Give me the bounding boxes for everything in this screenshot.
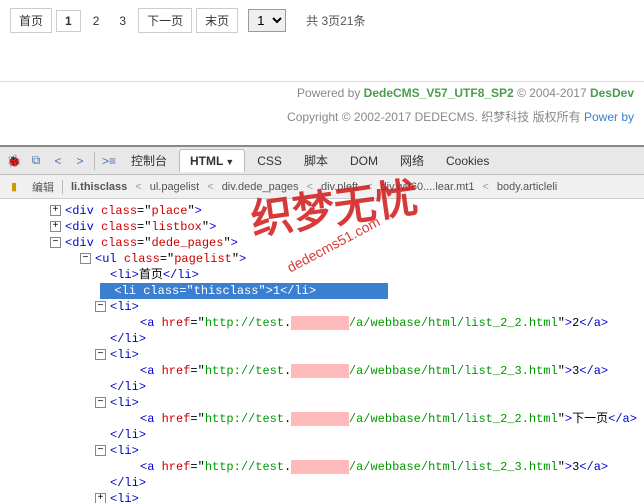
crumb-5[interactable]: body.articleli — [493, 179, 561, 195]
page-select[interactable]: 1 — [248, 9, 286, 32]
tab-html[interactable]: HTML▼ — [179, 149, 245, 172]
crumb-4[interactable]: div.w960....lear.mt1 — [377, 179, 479, 195]
powerby-link[interactable]: Power by — [584, 110, 634, 124]
dom-node[interactable]: −<div class="dede_pages"> — [0, 235, 644, 251]
devtools-toolbar: ▮ 编辑 li.thisclass< ul.pagelist< div.dede… — [0, 175, 644, 199]
collapse-icon[interactable]: − — [95, 301, 106, 312]
crumb-1[interactable]: ul.pagelist — [146, 179, 204, 195]
dom-node[interactable]: <a href="http://test.xxxxxxxx/a/webbase/… — [0, 411, 644, 427]
dom-node[interactable]: </li> — [0, 379, 644, 395]
tab-css[interactable]: CSS — [247, 150, 292, 172]
collapse-icon[interactable]: − — [95, 445, 106, 456]
tab-cookies[interactable]: Cookies — [436, 150, 499, 172]
expand-icon[interactable]: + — [50, 221, 61, 232]
devtools-panel: 🐞 ⧉ < > >≡ 控制台 HTML▼ CSS 脚本 DOM 网络 Cooki… — [0, 145, 644, 503]
collapse-icon[interactable]: − — [50, 237, 61, 248]
crumb-0[interactable]: li.thisclass — [67, 179, 131, 195]
dom-node[interactable]: −<ul class="pagelist"> — [0, 251, 644, 267]
dom-node[interactable]: </li> — [0, 331, 644, 347]
collapse-icon[interactable]: − — [95, 397, 106, 408]
expand-icon[interactable]: + — [95, 493, 106, 503]
dedecms-link[interactable]: DedeCMS_V57_UTF8_SP2 — [364, 86, 514, 100]
console-toggle-icon[interactable]: >≡ — [99, 151, 119, 171]
copyright-line: Copyright © 2002-2017 DEDECMS. 织梦科技 版权所有… — [0, 104, 644, 129]
page-3[interactable]: 3 — [111, 11, 134, 31]
highlight-icon[interactable]: ▮ — [4, 177, 24, 197]
dom-node[interactable]: <a href="http://test.xxxxxxxx/a/webbase/… — [0, 459, 644, 475]
dom-node[interactable]: −<li> — [0, 395, 644, 411]
powered-by-line: Powered by DedeCMS_V57_UTF8_SP2 © 2004-2… — [0, 82, 644, 104]
dom-tree[interactable]: +<div class="place"> +<div class="listbo… — [0, 199, 644, 503]
dom-node[interactable]: </li> — [0, 427, 644, 443]
back-icon[interactable]: < — [48, 151, 68, 171]
tab-dom[interactable]: DOM — [340, 150, 388, 172]
forward-icon[interactable]: > — [70, 151, 90, 171]
crumb-2[interactable]: div.dede_pages — [218, 179, 303, 195]
dom-node[interactable]: <a href="http://test.xxxxxxxx/a/webbase/… — [0, 315, 644, 331]
desdev-link[interactable]: DesDev — [590, 86, 634, 100]
firebug-icon[interactable]: 🐞 — [4, 151, 24, 171]
dom-node[interactable]: <a href="http://test.xxxxxxxx/a/webbase/… — [0, 363, 644, 379]
dom-node-selected[interactable]: <li class="thisclass">1</li> — [0, 283, 644, 299]
expand-icon[interactable]: + — [50, 205, 61, 216]
tab-net[interactable]: 网络 — [390, 148, 434, 173]
page-top: 首页 1 2 3 下一页 末页 1 共 3页21条 — [0, 0, 644, 41]
devtools-tabs: 🐞 ⧉ < > >≡ 控制台 HTML▼ CSS 脚本 DOM 网络 Cooki… — [0, 147, 644, 175]
dom-node[interactable]: </li> — [0, 475, 644, 491]
last-page-button[interactable]: 末页 — [196, 8, 238, 33]
dom-node[interactable]: +<div class="listbox"> — [0, 219, 644, 235]
next-page-button[interactable]: 下一页 — [138, 8, 192, 33]
inspect-icon[interactable]: ⧉ — [26, 151, 46, 171]
page-2[interactable]: 2 — [85, 11, 108, 31]
dom-node[interactable]: +<li> — [0, 491, 644, 503]
dom-node[interactable]: −<li> — [0, 347, 644, 363]
page-info: 共 3页21条 — [306, 12, 365, 29]
collapse-icon[interactable]: − — [80, 253, 91, 264]
dom-node[interactable]: <li>首页</li> — [0, 267, 644, 283]
dom-node[interactable]: −<li> — [0, 299, 644, 315]
crumb-3[interactable]: div.pleft — [317, 179, 362, 195]
dom-node[interactable]: −<li> — [0, 443, 644, 459]
page-1[interactable]: 1 — [56, 10, 81, 32]
first-page-button[interactable]: 首页 — [10, 8, 52, 33]
tab-script[interactable]: 脚本 — [294, 148, 338, 173]
tab-console[interactable]: 控制台 — [121, 148, 177, 173]
dropdown-icon: ▼ — [225, 157, 234, 167]
dom-node[interactable]: +<div class="place"> — [0, 203, 644, 219]
collapse-icon[interactable]: − — [95, 349, 106, 360]
pagination: 首页 1 2 3 下一页 末页 1 共 3页21条 — [10, 8, 634, 33]
edit-button[interactable]: 编辑 — [28, 177, 58, 197]
